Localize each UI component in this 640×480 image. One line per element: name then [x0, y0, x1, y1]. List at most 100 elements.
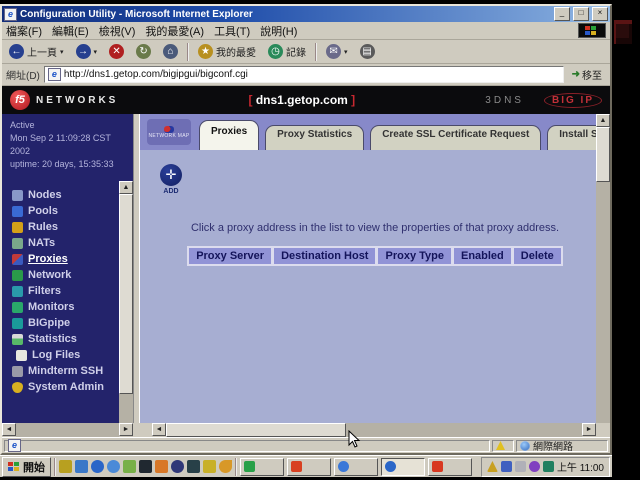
sidebar-item-filters[interactable]: Filters	[2, 283, 133, 299]
quicklaunch-icon-5[interactable]	[123, 460, 136, 473]
taskbar-window-1[interactable]	[240, 458, 284, 476]
scroll-up-icon[interactable]: ▲	[119, 181, 133, 194]
main-horizontal-scrollbar[interactable]: ◄ ►	[152, 423, 596, 437]
window-title: Configuration Utility - Microsoft Intern…	[20, 9, 551, 20]
quicklaunch-icon-2[interactable]	[75, 460, 88, 473]
scroll-left-icon[interactable]: ◄	[152, 423, 166, 436]
maximize-button[interactable]: □	[573, 7, 589, 21]
refresh-button[interactable]: ↻	[133, 43, 154, 60]
scroll-right-icon[interactable]: ►	[119, 423, 133, 436]
go-button[interactable]: ➜ 移至	[568, 66, 606, 83]
menu-view[interactable]: 檢視(V)	[99, 23, 136, 39]
favorites-button[interactable]: ★ 我的最愛	[195, 43, 259, 60]
scroll-up-icon[interactable]: ▲	[596, 114, 610, 127]
print-button[interactable]: ▤	[357, 43, 378, 60]
stop-button[interactable]: ✕	[106, 43, 127, 60]
taskbar-window-5[interactable]	[428, 458, 472, 476]
back-dropdown-icon[interactable]: ▾	[60, 48, 64, 56]
sidebar-item-monitors[interactable]: Monitors	[2, 299, 133, 315]
tab-create-ssl-certificate-request[interactable]: Create SSL Certificate Request	[370, 125, 541, 150]
sidebar-item-mindterm-ssh[interactable]: Mindterm SSH	[2, 363, 133, 379]
title-bar[interactable]: e Configuration Utility - Microsoft Inte…	[2, 6, 610, 22]
system-uptime: uptime: 20 days, 15:35:33	[10, 158, 127, 171]
frame-divider[interactable]	[133, 114, 140, 437]
minimize-button[interactable]: _	[554, 7, 570, 21]
monitors-icon	[12, 302, 23, 313]
home-button[interactable]: ⌂	[160, 43, 181, 60]
sidebar-item-proxies[interactable]: Proxies	[2, 251, 133, 267]
start-button[interactable]: 開始	[2, 457, 51, 477]
log-files-icon	[16, 350, 27, 361]
mail-dropdown-icon[interactable]: ▾	[344, 48, 348, 56]
history-button[interactable]: ◷ 記錄	[265, 43, 309, 60]
menu-tools[interactable]: 工具(T)	[214, 23, 250, 39]
status-bar: e 網際網路	[2, 437, 610, 453]
quicklaunch-icon-8[interactable]	[171, 460, 184, 473]
mail-icon: ✉	[326, 44, 341, 59]
quicklaunch-icon-9[interactable]	[187, 460, 200, 473]
scroll-left-icon[interactable]: ◄	[2, 423, 16, 436]
column-enabled[interactable]: Enabled	[452, 246, 512, 266]
proxies-content: ✛ ADD Click a proxy address in the list …	[140, 150, 610, 437]
tray-icon-5[interactable]	[543, 461, 554, 472]
pools-icon	[12, 206, 23, 217]
forward-dropdown-icon[interactable]: ▾	[94, 48, 98, 56]
sidebar-item-nodes[interactable]: Nodes	[2, 187, 133, 203]
sidebar-item-rules[interactable]: Rules	[2, 219, 133, 235]
tab-proxies[interactable]: Proxies	[199, 120, 259, 150]
back-button[interactable]: ← 上一頁 ▾	[6, 43, 67, 60]
menu-help[interactable]: 說明(H)	[260, 23, 297, 39]
taskbar-window-2[interactable]	[287, 458, 331, 476]
network-map-button[interactable]: NETWORK MAP	[147, 119, 191, 145]
back-label: 上一頁	[27, 44, 57, 59]
add-proxy-button[interactable]: ✛ ADD	[158, 164, 184, 195]
forward-icon: →	[76, 44, 91, 59]
quicklaunch-icon-10[interactable]	[203, 460, 216, 473]
quicklaunch-icon-7[interactable]	[155, 460, 168, 473]
column-delete[interactable]: Delete	[512, 246, 563, 266]
column-proxy-server[interactable]: Proxy Server	[187, 246, 272, 266]
sidebar-item-network[interactable]: Network	[2, 267, 133, 283]
tray-icon-1[interactable]	[487, 461, 498, 472]
menu-file[interactable]: 檔案(F)	[6, 23, 42, 39]
scrollbar-thumb[interactable]	[596, 127, 610, 182]
quicklaunch-icon-11[interactable]	[219, 460, 232, 473]
scrollbar-thumb[interactable]	[166, 423, 346, 437]
main-vertical-scrollbar[interactable]: ▲ ▼	[596, 114, 610, 437]
tray-icon-4[interactable]	[529, 461, 540, 472]
crt-frame: e Configuration Utility - Microsoft Inte…	[0, 0, 640, 480]
scroll-right-icon[interactable]: ►	[582, 423, 596, 436]
sidebar-horizontal-scrollbar[interactable]: ◄ ►	[2, 423, 133, 437]
sidebar-item-pools[interactable]: Pools	[2, 203, 133, 219]
status-message-pane: e	[4, 440, 490, 452]
forward-button[interactable]: → ▾	[73, 43, 101, 60]
menu-favorites[interactable]: 我的最愛(A)	[145, 23, 204, 39]
quicklaunch-icon-3[interactable]	[91, 460, 104, 473]
sidebar-vertical-scrollbar[interactable]: ▲ ▼	[119, 181, 133, 437]
tab-proxy-statistics[interactable]: Proxy Statistics	[265, 125, 364, 150]
security-pane	[492, 440, 514, 452]
menu-edit[interactable]: 編輯(E)	[52, 23, 89, 39]
column-proxy-type[interactable]: Proxy Type	[376, 246, 452, 266]
taskbar-window-active[interactable]	[381, 458, 425, 476]
sidebar-item-system-admin[interactable]: System Admin	[2, 379, 133, 395]
quicklaunch-icon-1[interactable]	[59, 460, 72, 473]
filters-icon	[12, 286, 23, 297]
quicklaunch-icon-4[interactable]	[107, 460, 120, 473]
address-input[interactable]: e http://dns1.getop.com/bigipgui/bigconf…	[44, 66, 564, 83]
quicklaunch-icon-6[interactable]	[139, 460, 152, 473]
sidebar-item-statistics[interactable]: Statistics	[2, 331, 133, 347]
history-label: 記錄	[286, 44, 306, 59]
scrollbar-thumb[interactable]	[119, 194, 133, 394]
column-destination-host[interactable]: Destination Host	[272, 246, 376, 266]
close-button[interactable]: ×	[592, 7, 608, 21]
mail-button[interactable]: ✉ ▾	[323, 43, 351, 60]
tray-icon-3[interactable]	[515, 461, 526, 472]
tray-icon-2[interactable]	[501, 461, 512, 472]
taskbar-window-3[interactable]	[334, 458, 378, 476]
sidebar-item-log-files[interactable]: Log Files	[2, 347, 133, 363]
sidebar-item-nats[interactable]: NATs	[2, 235, 133, 251]
system-datetime: Mon Sep 2 11:09:28 CST 2002	[10, 132, 127, 158]
system-admin-icon	[12, 382, 23, 393]
sidebar-item-bigpipe[interactable]: BIGpipe	[2, 315, 133, 331]
